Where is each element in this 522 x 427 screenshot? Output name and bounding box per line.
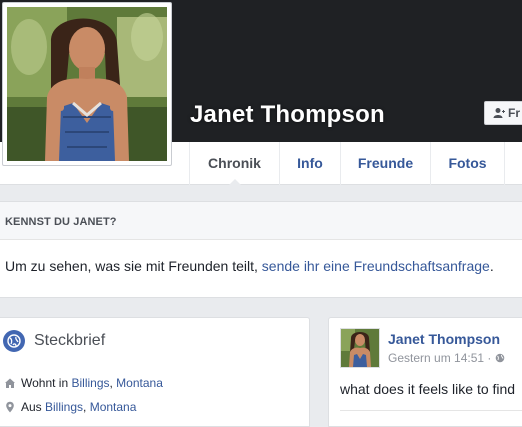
location-pin-icon (6, 401, 14, 413)
post-card: Janet Thompson Gestern um 14:51 · what d… (328, 317, 522, 427)
know-card-suffix: . (489, 258, 494, 274)
add-friend-button[interactable]: Fr (484, 101, 522, 125)
know-card-prefix: Um zu sehen, was sie mit Freunden teilt, (5, 258, 262, 274)
lives-city-link[interactable]: Billings (71, 376, 109, 390)
profile-photo-image (7, 7, 167, 161)
tab-freunde[interactable]: Freunde (340, 142, 430, 185)
intro-lives-in: Wohnt in Billings, Montana (4, 376, 163, 390)
post-divider (340, 410, 522, 411)
post-timestamp[interactable]: Gestern um 14:51 · (388, 351, 505, 365)
globe-icon (3, 330, 25, 352)
public-globe-icon (495, 353, 505, 363)
add-friend-label: Fr (508, 106, 520, 120)
intro-title: Steckbrief (3, 330, 105, 352)
tab-fotos[interactable]: Fotos (430, 142, 505, 185)
avatar-image (341, 329, 379, 367)
globe-glyph (7, 334, 21, 348)
add-friend-icon (493, 108, 505, 118)
know-card-text: Um zu sehen, was sie mit Freunden teilt,… (0, 240, 522, 274)
tab-freunde-label: Freunde (357, 155, 414, 171)
profile-tabs: Chronik Info Freunde Fotos (189, 142, 505, 186)
tab-info-label: Info (297, 155, 323, 171)
know-person-card: KENNST DU JANET? Um zu sehen, was sie mi… (0, 201, 522, 298)
post-text: what does it feels like to find (340, 381, 516, 397)
post-author-name[interactable]: Janet Thompson (388, 331, 500, 347)
lives-prefix: Wohnt in (21, 376, 72, 390)
home-icon (5, 378, 15, 388)
know-card-heading: KENNST DU JANET? (0, 202, 522, 240)
from-prefix: Aus (21, 400, 46, 414)
intro-from: Aus Billings, Montana (4, 400, 136, 414)
from-state-link[interactable]: Montana (90, 400, 137, 414)
post-author-avatar[interactable] (340, 328, 380, 368)
lives-state-link[interactable]: Montana (116, 376, 163, 390)
intro-card: Steckbrief Wohnt in Billings, Montana Au… (0, 317, 310, 427)
from-sep: , (83, 400, 90, 414)
send-friend-request-link[interactable]: sende ihr eine Freundschaftsanfrage (262, 258, 490, 274)
active-tab-caret (228, 179, 242, 186)
profile-name[interactable]: Janet Thompson (190, 101, 385, 129)
post-time-text: Gestern um 14:51 · (388, 351, 495, 365)
tab-fotos-label: Fotos (448, 155, 487, 171)
intro-title-label: Steckbrief (34, 332, 106, 349)
tab-info[interactable]: Info (279, 142, 340, 185)
tab-chronik[interactable]: Chronik (189, 142, 279, 186)
profile-picture[interactable] (2, 2, 172, 166)
from-city-link[interactable]: Billings (45, 400, 83, 414)
tab-chronik-label: Chronik (208, 155, 261, 171)
